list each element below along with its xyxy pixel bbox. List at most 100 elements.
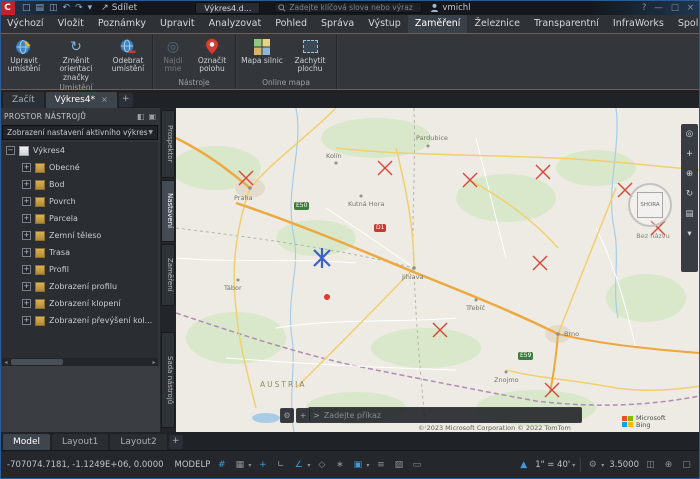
orbit-icon[interactable]: ↻ [686, 189, 693, 199]
side-tab-prospektor[interactable]: Prospektor [161, 110, 175, 178]
close-drawing-icon[interactable]: × [101, 92, 108, 108]
close-icon[interactable]: × [687, 3, 694, 13]
isolate-objects-icon[interactable]: ◫ [644, 458, 657, 472]
zoom-icon[interactable]: ⊕ [686, 169, 693, 179]
grid-icon[interactable]: # [215, 458, 228, 472]
model-space-button[interactable]: MODELP [175, 460, 211, 470]
customize-icon[interactable]: ⚙ [280, 408, 294, 423]
tab-zeleznice[interactable]: Železnice [467, 15, 527, 33]
tab-layout1[interactable]: Layout1 [52, 434, 109, 450]
settings-tree[interactable]: − Výkres4 + Obecné + Bod + Povrch + Parc… [2, 142, 158, 358]
collapse-icon[interactable]: − [6, 146, 15, 155]
tab-infraworks[interactable]: InfraWorks [606, 15, 671, 33]
tab-spoluprace[interactable]: Spolupráce [671, 15, 700, 33]
scroll-left-icon[interactable]: ◂ [2, 359, 10, 366]
tree-item[interactable]: + Trasa [2, 244, 158, 261]
file-tab-drawing[interactable]: Výkres4* × [45, 92, 117, 108]
tab-upravit[interactable]: Upravit [153, 15, 202, 33]
tree-item[interactable]: + Zemní těleso [2, 227, 158, 244]
tab-zamereni[interactable]: Zaměření [407, 15, 468, 33]
tab-poznamky[interactable]: Poznámky [91, 15, 153, 33]
tree-item[interactable]: + Profil [2, 261, 158, 278]
polar-caret-icon[interactable]: ▾ [307, 462, 310, 469]
viewcube-top-face[interactable]: SHORA [637, 192, 663, 218]
command-input[interactable] [323, 410, 577, 420]
tab-layout2[interactable]: Layout2 [110, 434, 167, 450]
default-lineweight-value[interactable]: 3.5000 [609, 460, 639, 470]
new-drawing-tab-button[interactable]: + [118, 93, 133, 107]
tree-item[interactable]: + Povrch [2, 193, 158, 210]
tab-pohled[interactable]: Pohled [268, 15, 314, 33]
tree-item[interactable]: + Parcela [2, 210, 158, 227]
tree-item[interactable]: + Obecné [2, 159, 158, 176]
clean-screen-icon[interactable]: ▢ [680, 458, 693, 472]
tab-vystup[interactable]: Výstup [361, 15, 408, 33]
redo-icon[interactable]: ↷ [75, 3, 83, 13]
tree-item[interactable]: + Zobrazení převýšení kol... [2, 312, 158, 329]
annotation-scale-button[interactable]: 1" = 40' [535, 460, 570, 470]
expand-icon[interactable]: + [22, 299, 31, 308]
expand-icon[interactable]: + [22, 180, 31, 189]
new-file-icon[interactable]: □ [22, 3, 31, 13]
mark-position-button[interactable]: Označit polohu [192, 36, 232, 74]
tab-transparentni[interactable]: Transparentní [527, 15, 606, 33]
panel-properties-icon[interactable]: ◧ [137, 112, 145, 121]
toolspace-header[interactable]: PROSTOR NÁSTROJŮ ◧ ▣ [0, 108, 160, 124]
showmotion-icon[interactable]: ▤ [685, 209, 693, 219]
graphics-performance-icon[interactable]: ⊕ [662, 458, 675, 472]
steering-wheel-icon[interactable]: ◎ [686, 129, 693, 139]
expand-icon[interactable]: + [22, 248, 31, 257]
snap-caret-icon[interactable]: ▾ [248, 462, 251, 469]
navbar-more-icon[interactable]: ▾ [687, 229, 691, 239]
edit-location-button[interactable]: Upravit umístění [3, 36, 45, 74]
tree-horizontal-scrollbar[interactable]: ◂ ▸ [2, 358, 158, 366]
expand-icon[interactable]: + [22, 197, 31, 206]
settings-view-dropdown[interactable]: Zobrazení nastavení aktivního výkresu ▼ [2, 125, 158, 140]
tab-analyzovat[interactable]: Analyzovat [202, 15, 269, 33]
new-layout-button[interactable]: + [168, 435, 183, 449]
scale-caret-icon[interactable]: ▾ [572, 462, 575, 469]
coordinates-display[interactable]: -707074.7181, -1.1249E+06, 0.0000 [7, 460, 164, 470]
find-me-button[interactable]: ◎ Najdi mne [156, 36, 190, 74]
search-input[interactable] [289, 3, 419, 12]
capture-area-button[interactable]: Zachytit plochu [287, 36, 333, 74]
help-icon[interactable]: ? [642, 3, 647, 13]
expand-icon[interactable]: + [22, 163, 31, 172]
selection-cycling-icon[interactable]: ▭ [410, 458, 423, 472]
qat-dropdown-icon[interactable]: ▾ [88, 3, 93, 13]
tree-item[interactable]: + Zobrazení profilu [2, 278, 158, 295]
app-logo-icon[interactable]: C [0, 0, 15, 15]
expand-icon[interactable]: + [22, 214, 31, 223]
command-line[interactable]: > [308, 407, 582, 423]
ortho-icon[interactable]: ∟ [274, 458, 287, 472]
expand-icon[interactable]: + [22, 231, 31, 240]
open-file-icon[interactable]: ▤ [36, 3, 45, 13]
change-orientation-button[interactable]: ↻ Změnit orientaci značky [47, 36, 105, 82]
expand-icon[interactable]: + [22, 282, 31, 291]
document-title-tab[interactable]: Výkres4.d... [195, 1, 261, 14]
side-tab-nastaveni[interactable]: Nastavení [161, 180, 175, 242]
object-snap-tracking-icon[interactable]: ∗ [333, 458, 346, 472]
remove-location-button[interactable]: Odebrat umístění [107, 36, 149, 74]
panel-menu-icon[interactable]: ▣ [148, 112, 156, 121]
undo-icon[interactable]: ↶ [63, 3, 71, 13]
road-map-button[interactable]: Mapa silnic [239, 36, 285, 65]
annotation-visibility-icon[interactable]: ▲ [517, 458, 530, 472]
side-tab-sada-nastroju[interactable]: Sada nástrojů [161, 332, 175, 428]
tab-vychozi[interactable]: Výchozí [0, 15, 51, 33]
group-label-online-mapa[interactable]: Online mapa [236, 77, 336, 89]
tab-model[interactable]: Model [3, 434, 51, 450]
viewcube[interactable]: SHORA [628, 183, 672, 227]
dynamic-input-icon[interactable]: + [256, 458, 269, 472]
tab-sprava[interactable]: Správa [314, 15, 361, 33]
workspace-caret-icon[interactable]: ▾ [601, 462, 604, 469]
polar-tracking-icon[interactable]: ∠ [292, 458, 305, 472]
transparency-icon[interactable]: ▨ [392, 458, 405, 472]
search-box[interactable] [274, 2, 423, 13]
user-account[interactable]: vmichl [430, 3, 471, 13]
share-button[interactable]: ↗ Sdílet [101, 3, 137, 13]
tree-item[interactable]: + Bod [2, 176, 158, 193]
save-icon[interactable]: ◫ [49, 3, 58, 13]
expand-icon[interactable]: + [22, 316, 31, 325]
workspace-gear-icon[interactable]: ⚙ [586, 458, 599, 472]
